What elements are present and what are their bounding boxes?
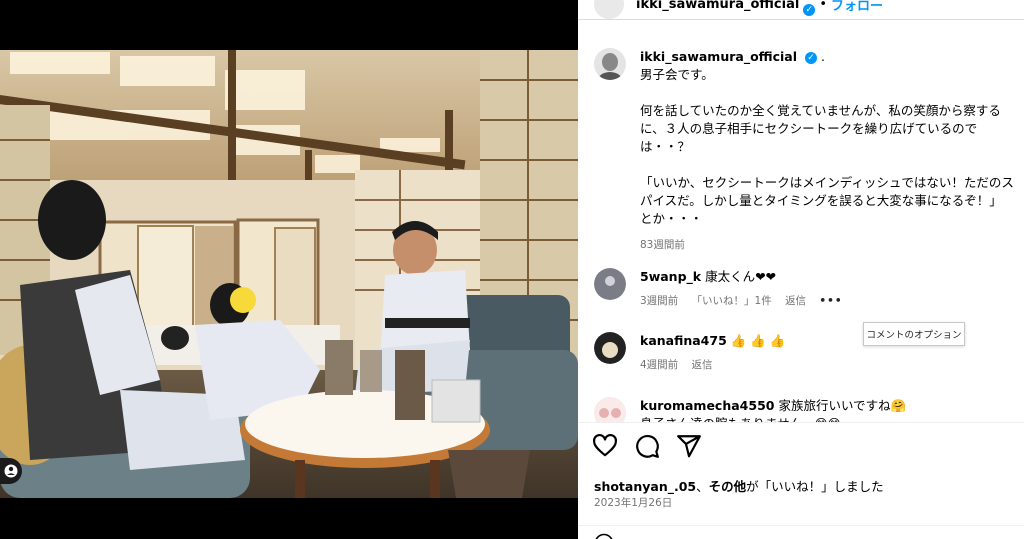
comment-username[interactable]: kanafina475 bbox=[640, 333, 727, 348]
author-avatar[interactable] bbox=[594, 0, 624, 19]
comment-meta: 4週間前 返信 bbox=[640, 356, 785, 374]
comment-username[interactable]: 5wanp_k bbox=[640, 269, 701, 284]
comment-text: 👍 👍 👍 bbox=[730, 333, 786, 348]
heart-icon[interactable] bbox=[592, 433, 618, 459]
caption-line-1: 男子会です。 bbox=[640, 67, 714, 82]
caption-avatar[interactable] bbox=[594, 48, 626, 80]
user-tag-icon bbox=[4, 464, 18, 478]
caption-paragraph-3: 「いいか、セクシートークはメインディッシュではない！ただのスパイスだ。しかし量と… bbox=[640, 175, 1014, 226]
caption-paragraph-2: 何を話していたのか全く覚えていませんが、私の笑顔から察するに、３人の息子相手にセ… bbox=[640, 103, 1001, 154]
comment-text: 家族旅行いいですね🤗 bbox=[778, 398, 907, 413]
action-icons bbox=[592, 433, 702, 459]
comment-body: kanafina475 👍 👍 👍 4週間前 返信 bbox=[640, 332, 785, 374]
comment-item: kuromamecha4550 家族旅行いいですね🤗 息子さん達の腕もありません… bbox=[594, 397, 1014, 423]
post-date[interactable]: 2023年1月26日 bbox=[594, 495, 672, 510]
reply-button[interactable]: 返信 bbox=[785, 295, 806, 307]
follow-button[interactable]: フォロー bbox=[831, 0, 883, 14]
caption-body: ikki_sawamura_official ✓ . 男子会です。 何を話してい… bbox=[640, 48, 1014, 254]
likes-summary: shotanyan_.05、その他が「いいね！」しました bbox=[594, 476, 884, 495]
comment-time[interactable]: 3週間前 bbox=[640, 295, 678, 307]
header-separator: • bbox=[819, 0, 827, 12]
comment-options-tooltip: コメントのオプション bbox=[863, 322, 965, 346]
comment-icon[interactable] bbox=[634, 433, 660, 459]
caption-meta: 83週間前 bbox=[640, 236, 1014, 254]
likes-others-link[interactable]: その他 bbox=[709, 479, 747, 494]
likes-suffix: が「いいね！」しました bbox=[746, 479, 884, 494]
post-photo[interactable] bbox=[0, 50, 578, 498]
author-username[interactable]: ikki_sawamura_official bbox=[636, 0, 799, 12]
comment-text: 康太くん❤❤ bbox=[705, 269, 777, 284]
comment-avatar[interactable] bbox=[594, 397, 626, 423]
post-actions: shotanyan_.05、その他が「いいね！」しました 2023年1月26日 bbox=[578, 422, 1024, 539]
verified-badge-icon: ✓ bbox=[803, 3, 816, 16]
post-info-panel: ikki_sawamura_official ✓ • フォロー ikki_saw… bbox=[578, 0, 1024, 539]
verified-badge-icon: ✓ bbox=[805, 51, 818, 64]
caption-time[interactable]: 83週間前 bbox=[640, 239, 685, 251]
comment-likes[interactable]: 「いいね！」1件 bbox=[692, 295, 772, 307]
comment-item: 5wanp_k 康太くん❤❤ 3週間前 「いいね！」1件 返信 ••• bbox=[594, 268, 1014, 310]
post-header: ikki_sawamura_official ✓ • フォロー bbox=[578, 0, 1024, 20]
comment-body: 5wanp_k 康太くん❤❤ 3週間前 「いいね！」1件 返信 ••• bbox=[640, 268, 853, 310]
post-media-panel bbox=[0, 0, 578, 539]
divider bbox=[578, 525, 1024, 526]
caption-suffix: . bbox=[821, 49, 825, 64]
comment-time[interactable]: 4週間前 bbox=[640, 359, 678, 371]
comment-body: kuromamecha4550 家族旅行いいですね🤗 息子さん達の腕もありません… bbox=[640, 397, 906, 423]
comment-avatar[interactable] bbox=[594, 268, 626, 300]
comment-username[interactable]: kuromamecha4550 bbox=[640, 398, 774, 413]
post-caption: ikki_sawamura_official ✓ . 男子会です。 何を話してい… bbox=[594, 48, 1014, 254]
comment-more-button[interactable]: ••• bbox=[819, 295, 842, 307]
post-photo-image bbox=[0, 50, 578, 498]
reply-button[interactable]: 返信 bbox=[692, 359, 713, 371]
share-icon[interactable] bbox=[676, 433, 702, 459]
comment-avatar[interactable] bbox=[594, 332, 626, 364]
comment-meta: 3週間前 「いいね！」1件 返信 ••• bbox=[640, 292, 853, 310]
liker-username[interactable]: shotanyan_.05 bbox=[594, 479, 696, 494]
likes-connector: 、 bbox=[696, 479, 709, 494]
caption-username[interactable]: ikki_sawamura_official bbox=[640, 49, 797, 64]
emoji-icon[interactable] bbox=[594, 533, 614, 539]
